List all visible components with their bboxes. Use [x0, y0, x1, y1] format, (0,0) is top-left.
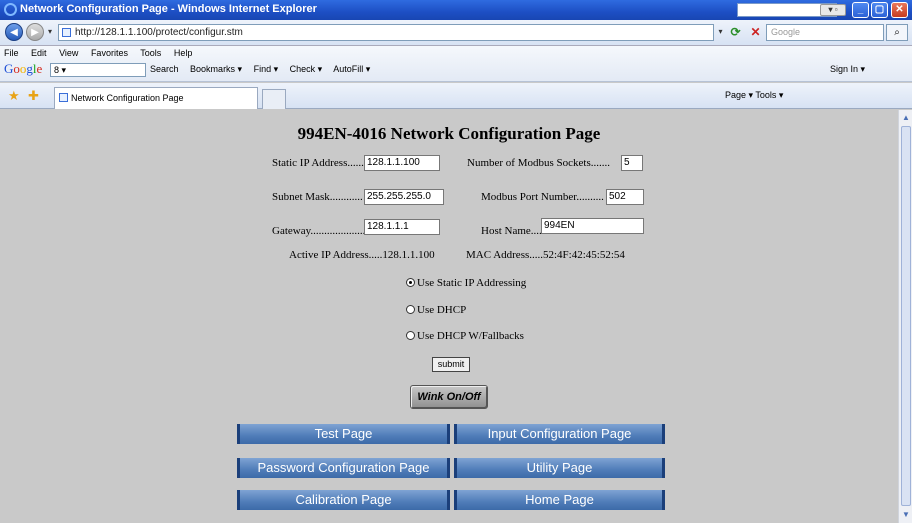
gateway-label: Gateway.....................	[272, 225, 369, 237]
refresh-icon[interactable]: ⟳	[728, 25, 743, 40]
add-favorites-icon[interactable]: ✚	[28, 88, 39, 104]
maximize-button[interactable]: ▢	[871, 2, 888, 18]
menu-view[interactable]: View	[59, 48, 78, 58]
search-icon[interactable]: ⌕	[886, 24, 908, 41]
modbus-sockets-input[interactable]: 5	[621, 155, 643, 171]
restore-toolbar-icon[interactable]: ▾ ▫	[820, 4, 846, 16]
active-ip-text: Active IP Address.....128.1.1.100	[289, 249, 435, 261]
menu-file[interactable]: File	[4, 48, 19, 58]
test-page-button[interactable]: Test Page	[237, 424, 450, 444]
google-autofill-button[interactable]: AutoFill ▾	[333, 64, 370, 74]
radio-dhcp[interactable]: Use DHCP	[406, 304, 466, 316]
google-search-input[interactable]: 8 ▾	[50, 63, 146, 77]
tab-page-icon	[59, 93, 68, 102]
radio-static-ip[interactable]: Use Static IP Addressing	[406, 277, 526, 289]
page-icon	[62, 28, 71, 37]
modbus-port-input[interactable]: 502	[606, 189, 644, 205]
menu-favorites[interactable]: Favorites	[91, 48, 128, 58]
back-button[interactable]: ◀	[5, 23, 23, 41]
google-signin-button[interactable]: Sign In ▾	[830, 64, 865, 75]
menu-help[interactable]: Help	[174, 48, 193, 58]
host-name-input[interactable]: 994EN	[541, 218, 644, 234]
google-check-button[interactable]: Check ▾	[290, 64, 323, 74]
subnet-mask-label: Subnet Mask............	[272, 191, 363, 203]
scroll-down-icon[interactable]: ▼	[900, 508, 912, 522]
page-content: 994EN-4016 Network Configuration Page St…	[0, 110, 898, 523]
static-ip-label: Static IP Address......	[272, 157, 364, 169]
minimize-button[interactable]: _	[852, 2, 869, 18]
google-find-button[interactable]: Find ▾	[254, 64, 279, 74]
vertical-scrollbar[interactable]: ▲ ▼	[898, 110, 912, 523]
scroll-up-icon[interactable]: ▲	[900, 111, 912, 125]
modbus-sockets-label: Number of Modbus Sockets.......	[467, 157, 610, 169]
radio-static-label: Use Static IP Addressing	[417, 277, 527, 289]
forward-button[interactable]: ▶	[26, 23, 44, 41]
address-toolbar: ◀ ▶ ▾ http://128.1.1.100/protect/configu…	[0, 20, 912, 46]
radio-dhcp-label: Use DHCP	[417, 304, 467, 316]
tab-bar: ★ ✚ Network Configuration Page Page ▾ To…	[0, 83, 912, 109]
google-logo: Google	[4, 61, 43, 76]
address-input[interactable]: http://128.1.1.100/protect/configur.stm	[58, 24, 714, 41]
favorites-star-icon[interactable]: ★	[8, 88, 20, 104]
page-title: 994EN-4016 Network Configuration Page	[297, 124, 601, 143]
submit-button[interactable]: submit	[432, 357, 470, 372]
wink-button[interactable]: Wink On/Off	[410, 385, 488, 409]
google-bookmarks-button[interactable]: Bookmarks ▾	[190, 64, 242, 74]
mac-address-text: MAC Address.....52:4F:42:45:52:54	[466, 249, 625, 261]
menu-bar: File Edit View Favorites Tools Help	[4, 48, 202, 60]
tab-label: Network Configuration Page	[71, 93, 184, 103]
scrollbar-thumb[interactable]	[901, 126, 911, 506]
menu-edit[interactable]: Edit	[31, 48, 47, 58]
radio-button-selected[interactable]	[406, 278, 415, 287]
menu-and-google-toolbar: File Edit View Favorites Tools Help Goog…	[0, 46, 912, 82]
window-title-bar: Network Configuration Page - Windows Int…	[0, 0, 912, 20]
new-tab-button[interactable]	[262, 89, 286, 109]
stop-icon[interactable]: ✕	[748, 25, 763, 40]
menu-tools[interactable]: Tools	[140, 48, 161, 58]
static-ip-input[interactable]: 128.1.1.100	[364, 155, 440, 171]
history-dropdown-icon[interactable]: ▾	[48, 27, 52, 36]
password-configuration-button[interactable]: Password Configuration Page	[237, 458, 450, 478]
search-input[interactable]: Google	[766, 24, 884, 41]
utility-page-button[interactable]: Utility Page	[454, 458, 665, 478]
google-search-button[interactable]: Search	[150, 64, 179, 74]
radio-dhcp-fallbacks[interactable]: Use DHCP W/Fallbacks	[406, 330, 524, 342]
tab-network-configuration[interactable]: Network Configuration Page	[54, 87, 258, 109]
command-bar[interactable]: Page ▾ Tools ▾	[725, 90, 783, 101]
address-text: http://128.1.1.100/protect/configur.stm	[75, 27, 243, 38]
close-button[interactable]: ✕	[891, 2, 908, 18]
google-toolbar-items: Search Bookmarks ▾ Find ▾ Check ▾ AutoFi…	[150, 64, 379, 75]
ie-logo-icon	[4, 3, 17, 16]
calibration-page-button[interactable]: Calibration Page	[237, 490, 450, 510]
host-name-label: Host Name.....	[481, 225, 545, 237]
window-title: Network Configuration Page - Windows Int…	[20, 3, 317, 15]
modbus-port-label: Modbus Port Number..........	[481, 191, 604, 203]
gateway-input[interactable]: 128.1.1.1	[364, 219, 440, 235]
input-configuration-button[interactable]: Input Configuration Page	[454, 424, 665, 444]
home-page-button[interactable]: Home Page	[454, 490, 665, 510]
radio-dhcp-fallback-label: Use DHCP W/Fallbacks	[417, 330, 524, 342]
radio-button[interactable]	[406, 331, 415, 340]
address-dropdown-icon[interactable]: ▾	[715, 25, 726, 39]
subnet-mask-input[interactable]: 255.255.255.0	[364, 189, 444, 205]
radio-button[interactable]	[406, 305, 415, 314]
